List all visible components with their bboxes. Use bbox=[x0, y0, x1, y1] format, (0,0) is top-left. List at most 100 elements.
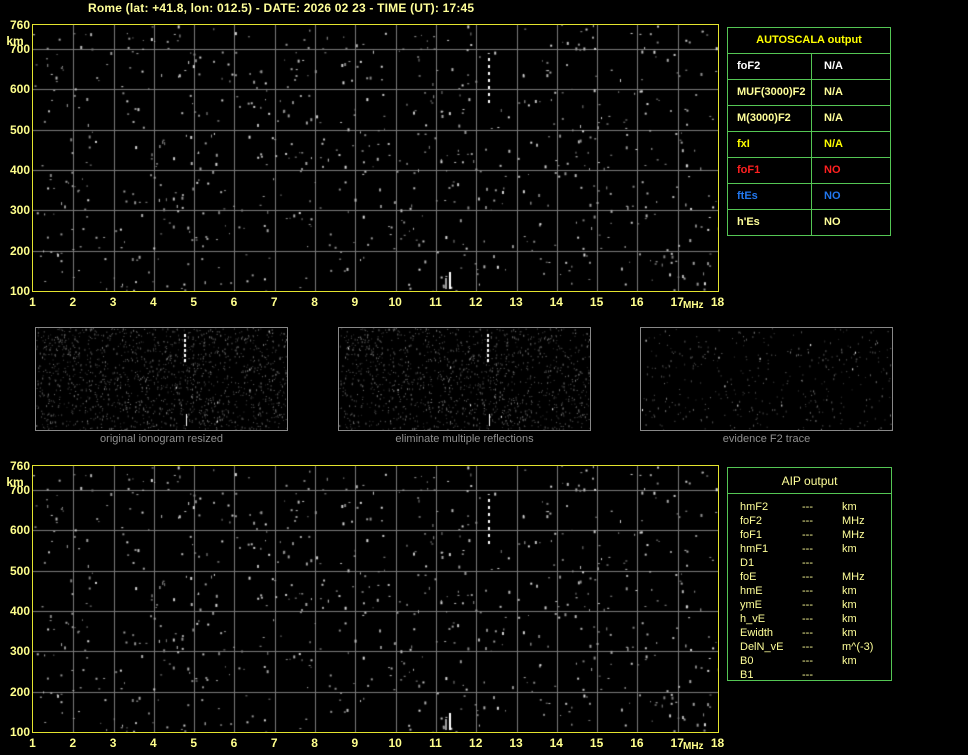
aip-row: DelN_vE --- m^(-3) bbox=[740, 640, 891, 654]
thumbnail-eliminate-reflections bbox=[338, 327, 591, 431]
x-tick-label: 5 bbox=[190, 736, 198, 750]
y-tick-label: 500 bbox=[9, 122, 30, 137]
aip-row: h_vE --- km bbox=[740, 612, 891, 626]
autoscala-table-rows: foF2 N/A MUF(3000)F2 N/A M(3000)F2 N/A fxI N/A f… bbox=[728, 53, 890, 235]
aip-unit: km bbox=[842, 599, 857, 611]
autoscala-row-value: N/A bbox=[824, 60, 843, 72]
aip-row: ymE --- km bbox=[740, 598, 891, 612]
aip-label: B1 bbox=[740, 669, 754, 681]
thumbnail-caption: evidence F2 trace bbox=[722, 433, 811, 445]
aip-label: D1 bbox=[740, 557, 755, 569]
x-tick-label: 11 bbox=[429, 736, 442, 750]
ionogram-plot-top bbox=[32, 24, 719, 292]
autoscala-row-label: M(3000)F2 bbox=[728, 106, 812, 131]
x-tick-label: 7 bbox=[270, 295, 278, 309]
y-tick-label: 100 bbox=[9, 284, 30, 298]
aip-row: foE --- MHz bbox=[740, 570, 891, 584]
aip-label: foE bbox=[740, 571, 757, 583]
autoscala-row-label: foF1 bbox=[728, 158, 812, 183]
x-tick-label: 13 bbox=[509, 295, 523, 309]
autoscala-row-value: N/A bbox=[824, 112, 843, 124]
aip-label: hmF2 bbox=[740, 501, 769, 513]
aip-unit: m^(-3) bbox=[842, 641, 874, 653]
aip-value: --- bbox=[802, 613, 813, 625]
autoscala-row-label: foF2 bbox=[728, 54, 812, 79]
aip-row: hmE --- km bbox=[740, 584, 891, 598]
aip-unit: km bbox=[842, 655, 857, 667]
aip-unit: km bbox=[842, 627, 857, 639]
aip-unit bbox=[842, 556, 891, 570]
autoscala-table-title: AUTOSCALA output bbox=[756, 34, 862, 46]
aip-label: ymE bbox=[740, 599, 762, 611]
aip-label: Ewidth bbox=[740, 627, 774, 639]
thumbnail-evidence-f2-trace bbox=[640, 327, 893, 431]
y-tick-label: 700 bbox=[9, 483, 30, 498]
thumbnail-canvas bbox=[339, 328, 590, 430]
aip-value: --- bbox=[802, 585, 813, 597]
aip-unit: km bbox=[842, 613, 857, 625]
aip-value: --- bbox=[802, 543, 813, 555]
autoscala-row: M(3000)F2 N/A bbox=[728, 105, 890, 131]
aip-value: --- bbox=[802, 627, 813, 639]
y-tick-label: 400 bbox=[9, 163, 30, 178]
thumbnail-canvas bbox=[36, 328, 287, 430]
x-tick-label: 8 bbox=[311, 736, 318, 750]
y-tick-label: 100 bbox=[9, 725, 30, 739]
y-tick-label: 700 bbox=[9, 42, 30, 57]
aip-output-table: AIP output hmF2 --- km foF2 --- MHz foF1 --- MHz… bbox=[727, 467, 892, 681]
autoscala-row-value: NO bbox=[824, 164, 841, 176]
aip-value: --- bbox=[802, 655, 813, 667]
page-title: Rome (lat: +41.8, lon: 012.5) - DATE: 20… bbox=[88, 1, 475, 15]
y-tick-label: 200 bbox=[9, 684, 30, 699]
aip-value: --- bbox=[802, 599, 813, 611]
ionogram-canvas-top bbox=[33, 25, 718, 291]
aip-unit: km bbox=[842, 543, 857, 555]
y-tick-label: 300 bbox=[9, 203, 30, 218]
aip-table-rows: hmF2 --- km foF2 --- MHz foF1 --- MHz hmF1 --- km D1… bbox=[728, 494, 891, 682]
autoscala-row-label: MUF(3000)F2 bbox=[728, 80, 812, 105]
autoscala-row: MUF(3000)F2 N/A bbox=[728, 79, 890, 105]
y-tick-label: 760 bbox=[9, 18, 30, 32]
x-tick-label: 17 bbox=[670, 295, 684, 309]
x-tick-label: 6 bbox=[230, 295, 238, 309]
aip-label: B0 bbox=[740, 655, 754, 667]
x-tick-label: 9 bbox=[351, 736, 359, 750]
y-tick-label: 760 bbox=[9, 459, 30, 473]
aip-row: foF2 --- MHz bbox=[740, 514, 891, 528]
x-tick-label: 9 bbox=[351, 295, 359, 309]
aip-row: foF1 --- MHz bbox=[740, 528, 891, 542]
aip-row: B1 --- bbox=[740, 668, 891, 682]
autoscala-row-label: fxI bbox=[728, 132, 812, 157]
aip-table-title: AIP output bbox=[728, 468, 891, 494]
thumbnail-canvas bbox=[641, 328, 892, 430]
autoscala-row-label: ftEs bbox=[728, 184, 812, 209]
aip-value: --- bbox=[802, 501, 813, 513]
aip-label: foF1 bbox=[740, 529, 763, 541]
autoscala-row: h'Es NO bbox=[728, 209, 890, 235]
x-axis-unit-mhz-top: MHz bbox=[683, 300, 704, 311]
aip-label: DelN_vE bbox=[740, 641, 784, 653]
x-tick-label: 5 bbox=[190, 295, 198, 309]
y-tick-label: 600 bbox=[9, 523, 30, 538]
x-tick-label: 8 bbox=[311, 295, 318, 309]
x-tick-label: 17 bbox=[670, 736, 684, 750]
aip-row: hmF2 --- km bbox=[740, 500, 891, 514]
autoscala-row-value: NO bbox=[824, 190, 841, 202]
y-tick-label: 400 bbox=[9, 604, 30, 619]
x-tick-label: 10 bbox=[388, 736, 402, 750]
aip-row: D1 --- bbox=[740, 556, 891, 570]
aip-unit: km bbox=[842, 585, 857, 597]
x-tick-label: 12 bbox=[469, 295, 483, 309]
aip-label: h_vE bbox=[740, 613, 766, 625]
autoscala-row: ftEs NO bbox=[728, 183, 890, 209]
x-tick-label: 18 bbox=[710, 736, 725, 750]
x-tick-label: 10 bbox=[388, 295, 402, 309]
aip-unit: km bbox=[842, 501, 857, 513]
x-tick-label: 2 bbox=[69, 736, 77, 750]
aip-value: --- bbox=[802, 557, 813, 569]
thumbnail-caption: eliminate multiple reflections bbox=[395, 433, 534, 445]
x-tick-label: 14 bbox=[549, 295, 563, 309]
autoscala-row-label: h'Es bbox=[728, 210, 812, 235]
autoscala-output-table: AUTOSCALA output foF2 N/A MUF(3000)F2 N/A M(… bbox=[727, 27, 891, 236]
x-tick-label: 3 bbox=[109, 736, 117, 750]
